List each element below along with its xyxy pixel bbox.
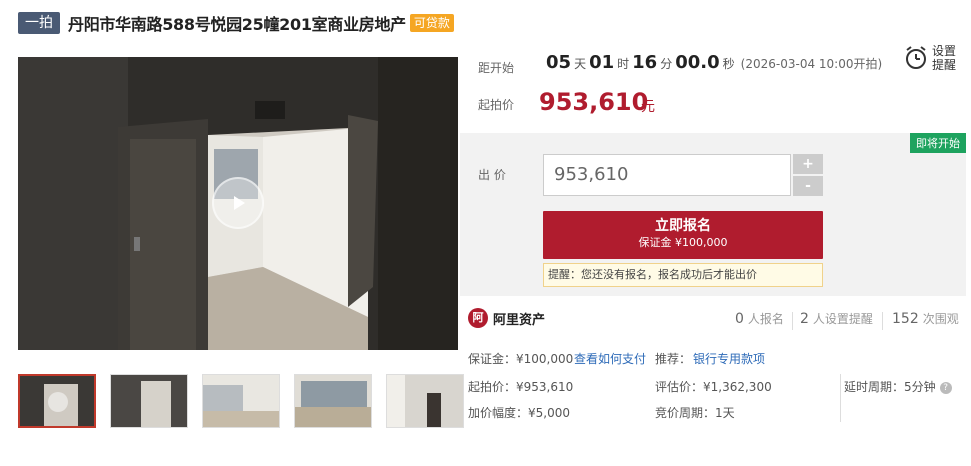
countdown-hours: 01 <box>589 52 615 73</box>
increment-info: 加价幅度：¥5,000 <box>468 406 570 420</box>
start-price-label: 起拍价 <box>478 98 515 112</box>
bid-stepper: + - <box>793 154 823 198</box>
page-title: 丹阳市华南路588号悦园25幢201室商业房地产 <box>68 15 406 34</box>
delay-text: 延时周期：5分钟 <box>844 380 936 394</box>
thumbnail-1[interactable] <box>18 374 96 428</box>
set-reminder-button[interactable]: 设置 提醒 <box>904 44 956 72</box>
play-icon <box>48 392 68 412</box>
bid-amount-input[interactable]: 953,610 <box>543 154 791 196</box>
reminder-count-label: 人设置提醒 <box>812 312 873 326</box>
auction-info: 距开始 05 天 01 时 16 分 00.0 秒 (2026-03-04 10… <box>460 40 971 132</box>
countdown-seconds: 00.0 <box>675 52 720 73</box>
decrease-bid-button[interactable]: - <box>793 176 823 196</box>
thumb-image <box>295 375 371 427</box>
countdown-timer: 05 天 01 时 16 分 00.0 秒 (2026-03-04 10:00开… <box>543 52 882 73</box>
view-count-label: 次围观 <box>922 312 959 326</box>
days-unit: 天 <box>574 57 587 71</box>
delay-info: 延时周期：5分钟? <box>844 378 952 395</box>
thumbnail-2[interactable] <box>110 374 188 428</box>
alarm-clock-icon <box>906 46 926 69</box>
bank-funds-link[interactable]: 银行专用款项 <box>693 350 765 367</box>
auction-round-badge: 一拍 <box>18 12 60 34</box>
signup-deposit: 保证金 ¥100,000 <box>638 236 728 249</box>
countdown-days: 05 <box>546 52 572 73</box>
view-count: 152 次围观 <box>892 310 959 327</box>
main-photo[interactable] <box>18 57 458 350</box>
divider <box>840 374 841 422</box>
start-time: (2026-03-04 10:00开拍) <box>740 57 883 71</box>
deposit-info: 保证金：¥100,000 <box>468 352 574 366</box>
remind-line1: 设置 <box>932 44 957 58</box>
brand-logo: 阿 阿里资产 <box>468 308 545 328</box>
signup-button[interactable]: 立即报名 保证金 ¥100,000 <box>543 211 823 259</box>
minutes-unit: 分 <box>660 57 673 71</box>
status-badge: 即将开始 <box>910 133 966 153</box>
thumbnail-3[interactable] <box>202 374 280 428</box>
seconds-unit: 秒 <box>722 57 735 71</box>
stats-bar: 阿 阿里资产 0 人报名 2 人设置提醒 152 次围观 <box>460 306 966 336</box>
countdown-label: 距开始 <box>478 61 515 75</box>
thumbnail-strip <box>18 374 464 428</box>
bid-panel: 即将开始 出 价 953,610 + - 立即报名 保证金 ¥100,000 提… <box>460 133 966 296</box>
title-row: 一拍 丹阳市华南路588号悦园25幢201室商业房地产 可贷款 <box>18 11 454 35</box>
thumbnail-5[interactable] <box>386 374 464 428</box>
hours-unit: 时 <box>617 57 630 71</box>
signup-tip: 提醒：您还没有报名，报名成功后才能出价 <box>543 263 823 287</box>
countdown-minutes: 16 <box>632 52 658 73</box>
reminder-count-num: 2 <box>800 311 809 327</box>
bid-cycle-info: 竞价周期：1天 <box>655 406 735 420</box>
thumb-image <box>203 375 279 427</box>
view-count-num: 152 <box>892 311 919 327</box>
remind-line2: 提醒 <box>932 58 957 72</box>
signup-count: 0 人报名 <box>735 310 784 327</box>
start-price-info: 起拍价：¥953,610 <box>468 380 574 394</box>
brand-name: 阿里资产 <box>493 312 546 328</box>
increase-bid-button[interactable]: + <box>793 154 823 174</box>
signup-count-num: 0 <box>735 311 744 327</box>
thumb-image <box>111 375 187 427</box>
bid-label: 出 价 <box>478 168 506 182</box>
divider <box>792 312 793 330</box>
play-icon <box>234 196 245 210</box>
thumbnail-4[interactable] <box>294 374 372 428</box>
reminder-count: 2 人设置提醒 <box>800 310 873 327</box>
appraisal-info: 评估价：¥1,362,300 <box>655 380 772 394</box>
help-icon[interactable]: ? <box>939 381 952 394</box>
how-to-pay-link[interactable]: 查看如何支付 <box>574 350 646 367</box>
recommend-label: 推荐： <box>655 352 692 366</box>
ali-assets-icon: 阿 <box>468 308 488 328</box>
divider <box>882 312 883 330</box>
start-price-value: 953,610 <box>539 88 649 116</box>
thumb-image <box>387 375 463 427</box>
loan-badge: 可贷款 <box>409 14 454 32</box>
signup-label: 立即报名 <box>655 218 711 234</box>
signup-count-label: 人报名 <box>747 312 784 326</box>
start-price-unit: 元 <box>641 99 655 115</box>
play-video-button[interactable] <box>212 177 264 229</box>
